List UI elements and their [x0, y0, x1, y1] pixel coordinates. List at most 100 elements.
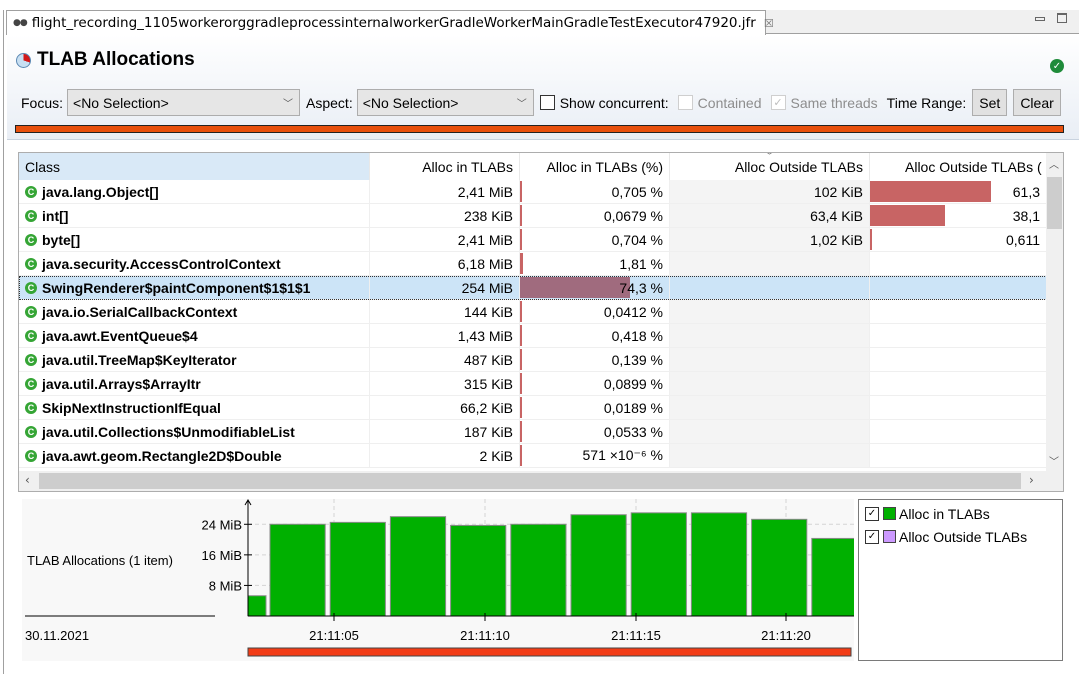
percentage-bar [520, 253, 523, 274]
chart-date-label: 30.11.2021 [25, 628, 89, 643]
column-header-alloc-in-tlabs-pct[interactable]: Alloc in TLABs (%) [520, 153, 670, 180]
scroll-left-icon[interactable]: ‹ [25, 473, 30, 487]
cell-alloc-outside-tlabs-pct [870, 324, 1047, 347]
table-row[interactable]: Cjava.lang.Object[] 2,41 MiB 0,705 % 102 Ki… [19, 180, 1047, 204]
vertical-scrollbar-thumb[interactable] [1047, 177, 1062, 229]
cell-alloc-outside-tlabs [670, 252, 870, 275]
clear-button[interactable]: Clear [1013, 89, 1061, 116]
pct-value: 0,704 % [611, 231, 663, 248]
time-range-indicator [15, 125, 1064, 133]
editor-tab-bar: ●● flight_recording_1105workerorggradlep… [6, 10, 1079, 35]
horizontal-scrollbar-thumb[interactable] [39, 473, 1021, 489]
out-pct-value: 61,3 [1012, 183, 1040, 200]
table-row[interactable]: Cint[] 238 KiB 0,0679 % 63,4 KiB 38,1 [19, 204, 1047, 228]
recording-icon: ●● [13, 18, 28, 28]
focus-select[interactable]: <No Selection> ﹀ [67, 89, 301, 116]
cell-class: Cint[] [19, 204, 370, 227]
aspect-select-value: <No Selection> [362, 94, 459, 111]
editor-tab[interactable]: ●● flight_recording_1105workerorggradlep… [6, 10, 774, 35]
cell-class: C SkipNextInstructionIfEqual [19, 396, 370, 419]
table-row[interactable]: C SkipNextInstructionIfEqual 66,2 KiB 0,018… [19, 396, 1047, 420]
cell-alloc-outside-tlabs-pct [870, 420, 1047, 443]
cell-class: Cjava.util.TreeMap$KeyIterator [19, 348, 370, 371]
aspect-select[interactable]: <No Selection> ﹀ [356, 89, 534, 116]
chart-bar [811, 537, 854, 617]
cell-alloc-outside-tlabs-pct [870, 372, 1047, 395]
column-header-class[interactable]: Class [19, 153, 370, 180]
table-row[interactable]: C SwingRenderer$paintComponent$1$1$1 254 M… [19, 276, 1047, 300]
set-button[interactable]: Set [972, 89, 1008, 116]
class-icon: C [25, 257, 37, 270]
cell-alloc-in-tlabs: 254 MiB [370, 276, 520, 299]
column-header-alloc-outside-tlabs-label: Alloc Outside TLABs [734, 158, 863, 175]
scroll-up-icon[interactable]: ︿ [1049, 156, 1059, 171]
table-row[interactable]: Cjava.util.TreeMap$KeyIterator 487 KiB 0,1… [19, 348, 1047, 372]
pct-value: 1,81 % [619, 255, 663, 272]
table-header: Class Alloc in TLABs Alloc in TLABs (%) … [19, 153, 1047, 180]
class-name: java.util.Collections$UnmodifiableList [42, 423, 295, 440]
pct-value: 0,418 % [611, 327, 663, 344]
legend-item-alloc-outside-tlabs[interactable]: ✓ Alloc Outside TLABs [859, 525, 1062, 548]
cell-alloc-outside-tlabs-pct [870, 348, 1047, 371]
cell-alloc-in-tlabs-pct: 0,0899 % [520, 372, 670, 395]
chart-bar [269, 523, 326, 617]
window-controls [1035, 13, 1067, 23]
column-header-alloc-in-tlabs[interactable]: Alloc in TLABs [370, 153, 520, 180]
y-tick-label: 24 MiB [202, 517, 242, 532]
table-row[interactable]: Cbyte[] 2,41 MiB 0,704 % 1,02 KiB 0,611 [19, 228, 1047, 252]
class-name: java.lang.Object[] [42, 183, 159, 200]
percentage-bar [520, 445, 522, 466]
chart-bar [389, 516, 447, 617]
cell-alloc-in-tlabs: 6,18 MiB [370, 252, 520, 275]
editor-tab-title: flight_recording_1105workerorggradleproc… [31, 15, 756, 31]
class-name: java.io.SerialCallbackContext [42, 303, 238, 320]
class-icon: C [25, 281, 37, 294]
class-name: SkipNextInstructionIfEqual [42, 399, 221, 416]
class-name: java.util.Arrays$ArrayItr [42, 375, 201, 392]
scroll-right-icon[interactable]: › [1029, 473, 1034, 487]
class-icon: C [25, 233, 37, 246]
table-row[interactable]: Cjava.io.SerialCallbackContext 144 KiB 0,0… [19, 300, 1047, 324]
table-row[interactable]: Cjava.util.Arrays$ArrayItr 315 KiB 0,0899 … [19, 372, 1047, 396]
header-separator [7, 139, 1079, 140]
x-tick-label: 21:11:20 [761, 628, 811, 643]
show-concurrent-checkbox[interactable] [539, 95, 555, 110]
cell-alloc-in-tlabs: 2,41 MiB [370, 180, 520, 203]
percentage-bar [520, 421, 522, 442]
cell-alloc-outside-tlabs [670, 372, 870, 395]
column-header-alloc-outside-tlabs[interactable]: ﹀ Alloc Outside TLABs [670, 153, 870, 180]
legend-checkbox[interactable]: ✓ [865, 529, 879, 544]
allocation-chart[interactable]: 8 MiB 16 MiB 24 MiB 21:11:05 21:11:10 21:11:1… [22, 499, 854, 661]
maximize-icon[interactable] [1057, 13, 1067, 23]
out-pct-value: 0,611 [1006, 231, 1040, 248]
class-icon: C [25, 185, 37, 198]
cell-alloc-in-tlabs: 144 KiB [370, 300, 520, 323]
vertical-scrollbar[interactable]: ︿ ﹀ [1046, 153, 1063, 471]
cell-alloc-outside-tlabs: 102 KiB [670, 180, 870, 203]
allocation-table: Class Alloc in TLABs Alloc in TLABs (%) … [18, 152, 1064, 492]
class-name: int[] [42, 207, 69, 224]
table-row[interactable]: Cjava.awt.EventQueue$4 1,43 MiB 0,418 % [19, 324, 1047, 348]
cell-alloc-in-tlabs-pct: 0,0189 % [520, 396, 670, 419]
column-header-alloc-outside-tlabs-pct[interactable]: Alloc Outside TLABs ( [870, 153, 1047, 180]
table-row[interactable]: Cjava.awt.geom.Rectangle2D$Double 2 KiB 57… [19, 444, 1047, 468]
legend-checkbox[interactable]: ✓ [865, 506, 879, 521]
cell-alloc-in-tlabs: 238 KiB [370, 204, 520, 227]
table-row[interactable]: Cjava.util.Collections$UnmodifiableList 1… [19, 420, 1047, 444]
scroll-down-icon[interactable]: ﹀ [1049, 453, 1059, 468]
same-threads-checkbox[interactable]: ✓ [770, 95, 786, 110]
pct-value: 0,0533 % [603, 423, 663, 440]
focus-label: Focus: [21, 94, 64, 111]
pct-value: 0,0899 % [603, 375, 663, 392]
legend-item-alloc-in-tlabs[interactable]: ✓ Alloc in TLABs [859, 502, 1062, 525]
contained-checkbox[interactable] [677, 95, 693, 110]
cell-alloc-in-tlabs: 315 KiB [370, 372, 520, 395]
close-icon[interactable]: ☒ [764, 17, 774, 30]
horizontal-scrollbar[interactable]: ‹ › [19, 471, 1063, 491]
percentage-bar [870, 229, 872, 250]
table-row[interactable]: Cjava.security.AccessControlContext 6,18 … [19, 252, 1047, 276]
minimize-icon[interactable] [1035, 17, 1045, 21]
cell-alloc-in-tlabs-pct: 0,418 % [520, 324, 670, 347]
percentage-bar [520, 373, 522, 394]
out-pct-value: 38,1 [1012, 207, 1040, 224]
